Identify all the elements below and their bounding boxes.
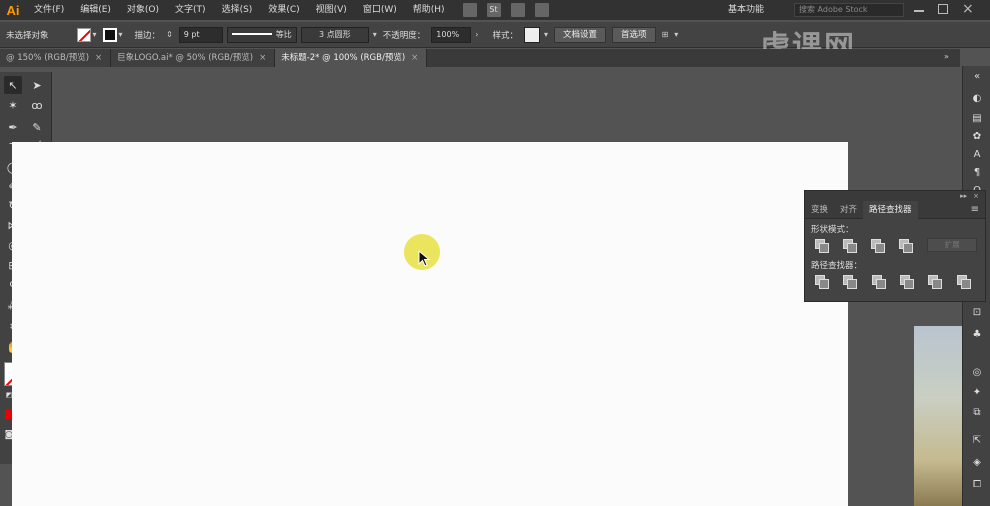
symbols-panel-icon[interactable]: ♣ bbox=[970, 328, 984, 342]
intersect-icon[interactable] bbox=[871, 239, 886, 253]
chevron-down-icon[interactable]: ▾ bbox=[544, 30, 548, 39]
opacity-label: 不透明度： bbox=[382, 30, 426, 41]
direct-selection-tool-icon[interactable]: ➤ bbox=[28, 76, 46, 94]
tab-align[interactable]: 对齐 bbox=[834, 201, 863, 219]
close-icon[interactable]: × bbox=[259, 53, 266, 63]
merge-icon[interactable] bbox=[871, 275, 887, 289]
minus-back-icon[interactable] bbox=[956, 275, 972, 289]
chevron-down-icon[interactable]: ▾ bbox=[674, 30, 678, 39]
pathfinder-tab-bar: 变换 对齐 路径查找器 ≡ bbox=[805, 201, 985, 219]
selection-tool-icon[interactable]: ↖ bbox=[4, 76, 22, 94]
crop-icon[interactable] bbox=[899, 275, 915, 289]
tab-transform[interactable]: 变换 bbox=[805, 201, 834, 219]
document-tab[interactable]: @ 150% (RGB/预览) × bbox=[0, 49, 112, 67]
chevron-down-icon[interactable]: ▾ bbox=[119, 30, 123, 39]
curvature-tool-icon[interactable]: ✎ bbox=[28, 118, 46, 136]
character-panel-icon[interactable]: A bbox=[970, 148, 984, 162]
menu-help[interactable]: 帮助(H) bbox=[405, 0, 453, 20]
document-tab-active[interactable]: 未标题-2* @ 100% (RGB/预览) × bbox=[275, 49, 428, 67]
graphic-style-swatch[interactable] bbox=[524, 26, 541, 43]
menu-window[interactable]: 窗口(W) bbox=[355, 0, 405, 20]
selection-status: 未选择对象 bbox=[6, 30, 49, 41]
expand-button[interactable]: 扩展 bbox=[927, 238, 978, 252]
minus-front-icon[interactable] bbox=[843, 239, 858, 253]
brush-definition[interactable]: 3 点圆形 bbox=[300, 26, 369, 43]
cursor-icon bbox=[418, 250, 431, 267]
panel-menu-icon[interactable]: ≡ bbox=[971, 201, 985, 218]
menu-type[interactable]: 文字(T) bbox=[167, 0, 214, 20]
stroke-label: 描边： bbox=[134, 30, 161, 41]
bridge-icon[interactable] bbox=[462, 3, 477, 17]
pathfinders-label: 路径查找器： bbox=[811, 261, 863, 271]
document-setup-button[interactable]: 文档设置 bbox=[554, 26, 607, 43]
brushes-panel-icon[interactable]: ✿ bbox=[970, 130, 984, 144]
stock-icon[interactable]: St bbox=[486, 3, 501, 17]
color-panel-icon[interactable]: ◐ bbox=[970, 92, 984, 106]
shape-modes-label: 形状模式： bbox=[811, 225, 854, 235]
lasso-tool-icon[interactable]: ꝏ bbox=[28, 96, 46, 114]
maximize-icon[interactable] bbox=[938, 4, 948, 14]
stroke-swatch[interactable] bbox=[102, 27, 117, 42]
chevron-right-icon[interactable]: › bbox=[475, 30, 478, 39]
close-icon[interactable]: × bbox=[962, 1, 974, 17]
gpu-performance-icon[interactable] bbox=[534, 3, 549, 17]
menu-effect[interactable]: 效果(C) bbox=[260, 0, 307, 20]
arrange-icon[interactable]: ⊞ bbox=[662, 30, 669, 39]
pathfinder-panel-icon[interactable]: ⧉ bbox=[970, 406, 984, 420]
export-panel-icon[interactable]: ⇱ bbox=[970, 434, 984, 448]
collapse-panels-icon[interactable]: « bbox=[970, 70, 984, 84]
stock-search-input[interactable]: 搜索 Adobe Stock bbox=[794, 3, 904, 17]
menu-edit[interactable]: 编辑(E) bbox=[72, 0, 119, 20]
stepper-icon[interactable]: ⇕ bbox=[166, 30, 173, 39]
stroke-profile-line-icon bbox=[231, 33, 272, 35]
profile-label: 等比 bbox=[275, 29, 292, 39]
illustrator-logo: Ai bbox=[6, 2, 20, 18]
stroke-weight-field[interactable]: 9 pt bbox=[178, 26, 223, 43]
magic-wand-tool-icon[interactable]: ✶ bbox=[4, 96, 22, 114]
menu-object[interactable]: 对象(O) bbox=[119, 0, 167, 20]
chevron-down-icon[interactable]: ▾ bbox=[93, 30, 97, 39]
unite-icon[interactable] bbox=[815, 239, 830, 253]
close-icon[interactable]: × bbox=[411, 53, 418, 63]
opacity-field[interactable]: 100% bbox=[431, 26, 472, 43]
transform-panel-icon[interactable]: ✦ bbox=[970, 386, 984, 400]
menu-file[interactable]: 文件(F) bbox=[26, 0, 72, 20]
background-photo bbox=[914, 326, 962, 506]
artboards-panel-icon[interactable]: ⧠ bbox=[970, 478, 984, 492]
paragraph-panel-icon[interactable]: ¶ bbox=[970, 166, 984, 180]
menu-view[interactable]: 视图(V) bbox=[308, 0, 355, 20]
minimize-icon[interactable] bbox=[914, 10, 924, 12]
exclude-icon[interactable] bbox=[899, 239, 914, 253]
panel-header: ▸▸ × bbox=[805, 191, 985, 201]
pen-tool-icon[interactable]: ✒ bbox=[4, 118, 22, 136]
trim-icon[interactable] bbox=[843, 275, 858, 289]
align-panel-icon[interactable]: ◎ bbox=[970, 366, 984, 380]
document-tab[interactable]: 巨象LOGO.ai* @ 50% (RGB/预览) × bbox=[111, 49, 276, 67]
document-tab-bar: @ 150% (RGB/预览) × 巨象LOGO.ai* @ 50% (RGB/预… bbox=[0, 49, 960, 67]
workspace-switcher[interactable]: 基本功能 bbox=[728, 2, 764, 15]
tab-pathfinder[interactable]: 路径查找器 bbox=[863, 201, 918, 219]
style-label: 样式： bbox=[492, 30, 519, 41]
swatches-panel-icon[interactable]: ⊡ bbox=[970, 306, 984, 320]
fill-swatch[interactable] bbox=[76, 27, 91, 42]
artboard[interactable] bbox=[12, 142, 848, 506]
layers-panel-icon[interactable]: ◈ bbox=[970, 456, 984, 470]
variable-width-profile[interactable]: 等比 bbox=[226, 26, 297, 43]
close-icon[interactable]: × bbox=[95, 53, 102, 63]
collapse-panel-icon[interactable]: ▸▸ bbox=[960, 192, 967, 200]
arrange-documents-icon[interactable] bbox=[510, 3, 525, 17]
libraries-panel-icon[interactable]: ▤ bbox=[970, 112, 984, 126]
outline-icon[interactable] bbox=[928, 275, 943, 289]
preferences-button[interactable]: 首选项 bbox=[612, 26, 656, 43]
close-panel-icon[interactable]: × bbox=[973, 192, 979, 200]
divide-icon[interactable] bbox=[815, 275, 830, 289]
chevron-down-icon[interactable]: ▾ bbox=[373, 30, 377, 39]
pathfinder-panel: ▸▸ × 变换 对齐 路径查找器 ≡ 形状模式： 扩展 路径查找器： bbox=[804, 190, 986, 302]
tab-overflow-icon[interactable]: » bbox=[944, 52, 949, 61]
pathfinders-row bbox=[805, 271, 985, 291]
shape-modes-row: 扩展 bbox=[805, 235, 985, 255]
menu-select[interactable]: 选择(S) bbox=[214, 0, 261, 20]
